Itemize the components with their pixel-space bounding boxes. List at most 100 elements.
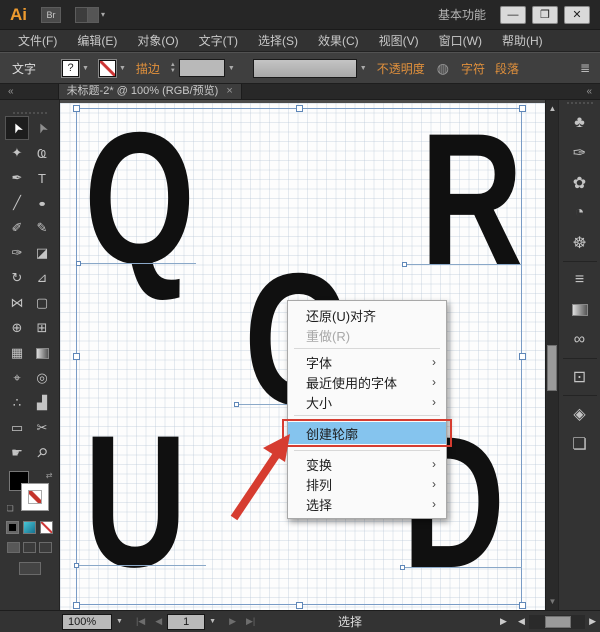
color-guide-panel[interactable]: ◔	[563, 198, 597, 228]
scale-tool[interactable]: ⊿	[30, 266, 54, 290]
baseline-handle[interactable]	[400, 565, 405, 570]
artboards-panel[interactable]: ❏	[563, 429, 597, 459]
draw-inside-mode-button[interactable]	[39, 542, 52, 553]
vertical-scrollbar[interactable]: ▲ ▼	[545, 100, 558, 610]
selection-handle[interactable]	[73, 105, 80, 112]
eraser-tool[interactable]: ◪	[30, 241, 54, 265]
lasso-tool[interactable]: Ҩ	[30, 141, 54, 165]
gradient-button[interactable]	[23, 521, 36, 534]
workspace-switcher[interactable]: 基本功能	[438, 6, 486, 23]
gradient-tool[interactable]	[30, 341, 54, 365]
swatches-panel[interactable]: ✿	[563, 168, 597, 198]
arrange-documents-icon[interactable]	[75, 7, 99, 23]
stroke-link[interactable]: 描边	[136, 60, 160, 77]
zoom-tool[interactable]: ⚲	[30, 441, 54, 465]
minimize-button[interactable]: —	[500, 6, 526, 24]
draw-behind-mode-button[interactable]	[23, 542, 36, 553]
character-link[interactable]: 字符	[461, 60, 485, 77]
swap-fill-stroke-icon[interactable]: ⇄	[46, 471, 53, 480]
mesh-tool[interactable]: ▦	[5, 341, 29, 365]
shape-builder-tool[interactable]: ⊕	[5, 316, 29, 340]
toolbar-collapse-icon[interactable]: «	[0, 84, 22, 99]
artboard-dropdown-icon[interactable]: ▼	[205, 618, 224, 625]
gradient-panel[interactable]	[563, 295, 597, 325]
symbols-panel[interactable]: ♣	[563, 108, 597, 138]
graphic-styles-panel[interactable]: ⊡	[563, 362, 597, 392]
style-icon[interactable]: ◍	[437, 60, 449, 77]
panel-collapse-icon[interactable]: «	[578, 84, 600, 99]
pen-tool[interactable]: ✒	[5, 166, 29, 190]
menu-type[interactable]: 文字(T)	[189, 32, 248, 49]
baseline-handle[interactable]	[234, 402, 239, 407]
last-artboard-icon[interactable]: ▶|	[241, 616, 260, 627]
context-menu-item-select[interactable]: 选择›	[288, 494, 446, 514]
layers-panel[interactable]: ◈	[563, 399, 597, 429]
eyedropper-tool[interactable]: ⌖	[5, 366, 29, 390]
line-segment-tool[interactable]: ╱	[5, 191, 29, 215]
arrange-documents-caret-icon[interactable]: ▾	[101, 10, 105, 19]
slice-tool[interactable]: ✂	[30, 416, 54, 440]
menu-help[interactable]: 帮助(H)	[492, 32, 553, 49]
stroke-dropdown-icon[interactable]: ▼	[119, 65, 126, 72]
menu-object[interactable]: 对象(O)	[127, 32, 188, 49]
menu-select[interactable]: 选择(S)	[248, 32, 308, 49]
stroke-panel[interactable]: ≡	[563, 265, 597, 295]
maximize-button[interactable]: ❐	[532, 6, 558, 24]
color-button[interactable]	[6, 521, 19, 534]
vertical-scrollbar-thumb[interactable]	[547, 345, 557, 391]
zoom-dropdown-icon[interactable]: ▼	[112, 618, 131, 625]
appearance-panel[interactable]: ☸	[563, 228, 597, 258]
default-fill-stroke-icon[interactable]: ❏	[7, 504, 14, 513]
magic-wand-tool[interactable]: ✦	[5, 141, 29, 165]
tools-drag-handle[interactable]	[13, 112, 47, 114]
zoom-level-field[interactable]: 100%	[62, 614, 112, 630]
context-menu-item-transform[interactable]: 变换›	[288, 454, 446, 474]
direct-selection-tool[interactable]: ➤	[30, 116, 54, 140]
stroke-weight-stepper[interactable]: ▲▼	[170, 62, 176, 74]
selection-tool[interactable]: ➤	[5, 116, 29, 140]
column-graph-tool[interactable]: ▟	[30, 391, 54, 415]
baseline-handle[interactable]	[402, 262, 407, 267]
stroke-color-swatch[interactable]	[99, 60, 116, 77]
fill-color-swatch[interactable]: ?	[62, 60, 79, 77]
selection-handle[interactable]	[519, 602, 526, 609]
brushes-panel[interactable]: ✑	[563, 138, 597, 168]
scroll-left-icon[interactable]: ◀	[514, 616, 529, 627]
variable-width-profile-select[interactable]	[253, 59, 357, 78]
blob-brush-tool[interactable]: ✑	[5, 241, 29, 265]
status-expand-icon[interactable]: ▶	[500, 616, 507, 627]
document-tab[interactable]: 未标题-2* @ 100% (RGB/预览) ×	[58, 84, 242, 99]
prev-artboard-icon[interactable]: ◀	[150, 616, 167, 627]
fill-stroke-indicator[interactable]: ⇄ ❏	[7, 471, 53, 515]
context-menu-item-arrange[interactable]: 排列›	[288, 474, 446, 494]
selection-handle[interactable]	[73, 353, 80, 360]
baseline-handle[interactable]	[76, 261, 81, 266]
stroke-weight-dropdown-icon[interactable]: ▼	[228, 65, 235, 72]
paragraph-link[interactable]: 段落	[495, 60, 519, 77]
selection-handle[interactable]	[296, 105, 303, 112]
ellipse-tool[interactable]: ●	[30, 191, 54, 215]
baseline-handle[interactable]	[74, 563, 79, 568]
stroke-proxy-swatch[interactable]	[21, 483, 49, 511]
blend-tool[interactable]: ◎	[30, 366, 54, 390]
symbol-sprayer-tool[interactable]: ∴	[5, 391, 29, 415]
scroll-down-icon[interactable]: ▼	[547, 597, 558, 606]
context-menu-item-size[interactable]: 大小›	[288, 392, 446, 412]
fill-dropdown-icon[interactable]: ▼	[82, 65, 89, 72]
first-artboard-icon[interactable]: |◀	[131, 616, 150, 627]
artboard-tool[interactable]: ▭	[5, 416, 29, 440]
menu-edit[interactable]: 编辑(E)	[67, 32, 127, 49]
stroke-weight-field[interactable]	[179, 59, 225, 77]
selection-handle[interactable]	[296, 602, 303, 609]
pencil-tool[interactable]: ✎	[30, 216, 54, 240]
context-menu-item-create-outlines[interactable]: 创建轮廓	[288, 422, 446, 444]
menu-file[interactable]: 文件(F)	[8, 32, 67, 49]
scroll-right-icon[interactable]: ▶	[585, 616, 600, 627]
type-tool[interactable]: T	[30, 166, 54, 190]
selection-handle[interactable]	[519, 105, 526, 112]
rotate-tool[interactable]: ↻	[5, 266, 29, 290]
transparency-panel[interactable]: ∞	[563, 325, 597, 355]
screen-mode-button[interactable]	[19, 562, 41, 575]
panel-drag-handle[interactable]	[567, 102, 593, 104]
menu-effect[interactable]: 效果(C)	[308, 32, 369, 49]
